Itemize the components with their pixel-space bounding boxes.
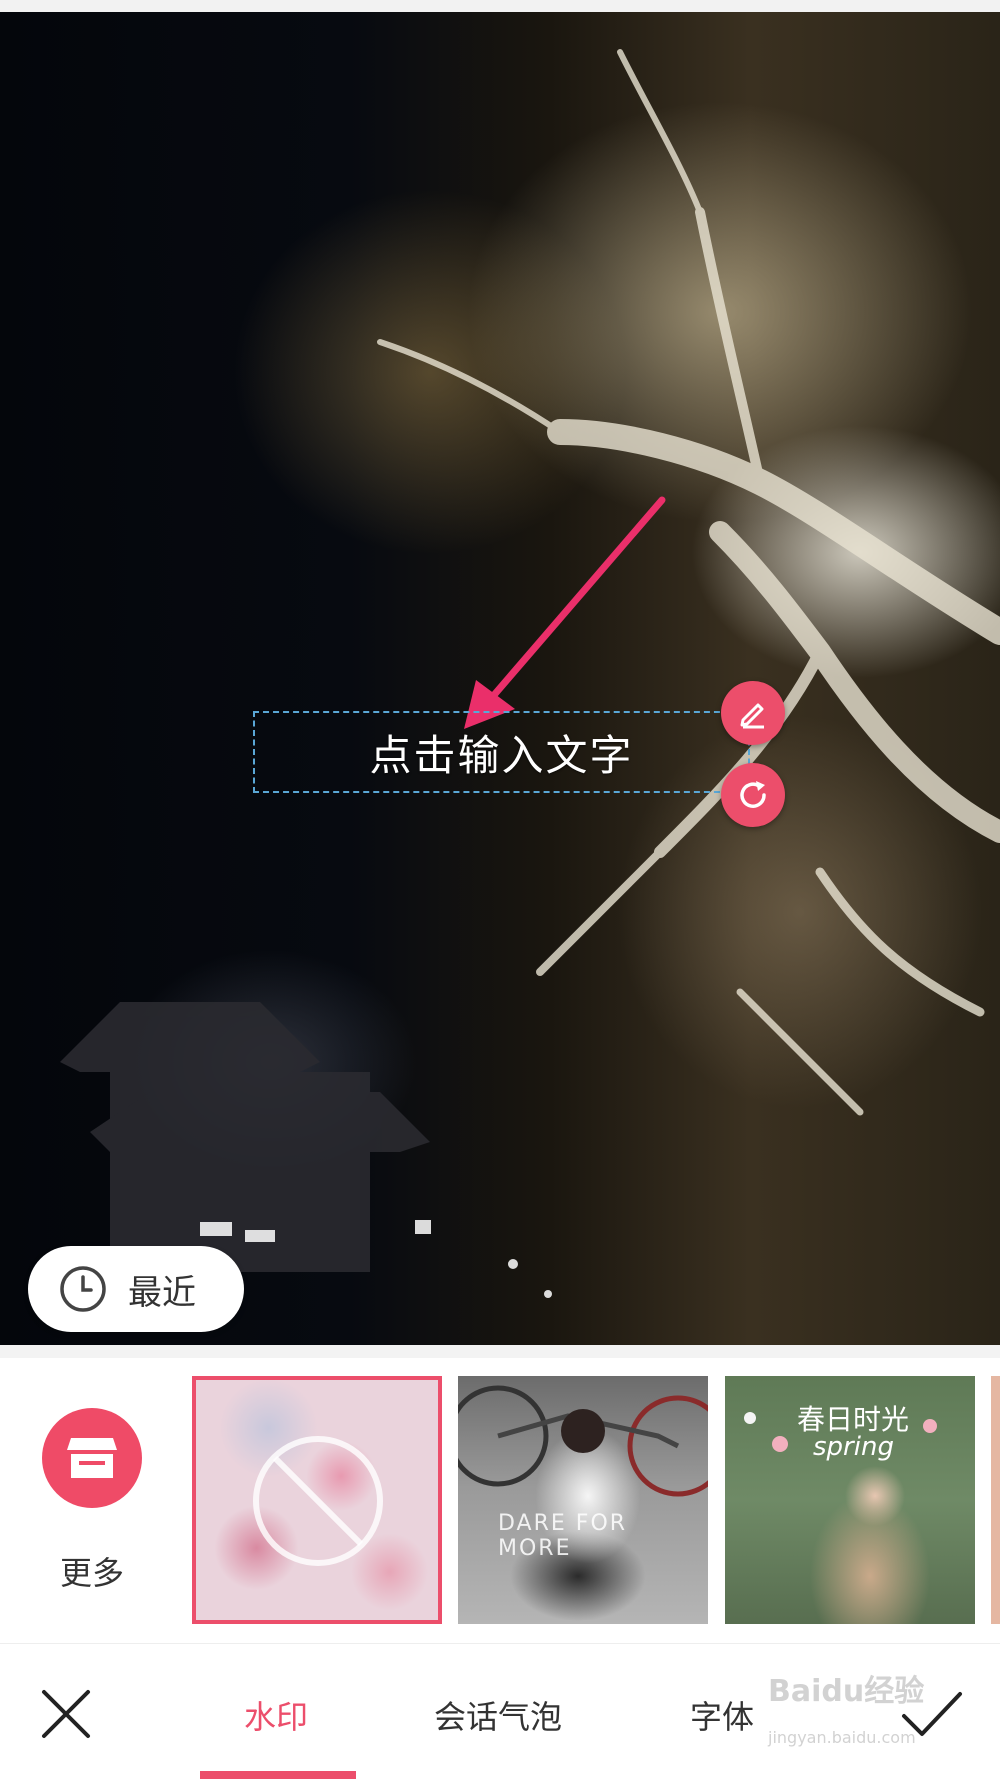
template-strip: 更多 DARE FOR MORE 春日时光 spring (0, 1358, 1000, 1643)
baidu-watermark-url: jingyan.baidu.com (768, 1728, 916, 1747)
template-none[interactable] (192, 1376, 442, 1624)
sticker-text[interactable]: 点击输入文字 (369, 722, 633, 783)
close-icon[interactable] (38, 1686, 94, 1742)
tab-watermark[interactable]: 水印 (244, 1692, 308, 1738)
rotate-icon (740, 781, 766, 808)
flower-decoration (744, 1412, 937, 1452)
edit-text-button[interactable] (721, 681, 785, 745)
more-label: 更多 (59, 1554, 124, 1592)
pencil-icon (740, 703, 764, 729)
store-icon (67, 1438, 117, 1478)
clock-icon (60, 1266, 106, 1312)
bottom-tab-bar: 水印 会话气泡 字体 Baidu经验 jingyan.baidu.com (0, 1643, 1000, 1779)
template-spring[interactable]: 春日时光 spring (725, 1376, 975, 1624)
more-button[interactable] (42, 1408, 142, 1508)
template-bike[interactable]: DARE FOR MORE (458, 1376, 708, 1624)
tab-speech-bubble[interactable]: 会话气泡 (434, 1692, 562, 1738)
pointer-arrow-icon (464, 496, 666, 729)
rotate-scale-button[interactable] (721, 763, 785, 827)
template-partial[interactable] (991, 1376, 1000, 1624)
recent-label: 最近 (128, 1272, 196, 1313)
text-sticker[interactable]: 点击输入文字 (253, 711, 750, 793)
tab-font[interactable]: 字体 (690, 1692, 754, 1738)
recent-button[interactable]: 最近 (28, 1246, 244, 1332)
status-bar (0, 0, 1000, 12)
no-template-icon (253, 1436, 383, 1566)
checkmark-icon[interactable] (900, 1688, 964, 1740)
template-bike-text: DARE FOR MORE (498, 1511, 628, 1561)
bicycle-photo (458, 1385, 708, 1497)
photo-canvas[interactable] (0, 12, 1000, 1345)
